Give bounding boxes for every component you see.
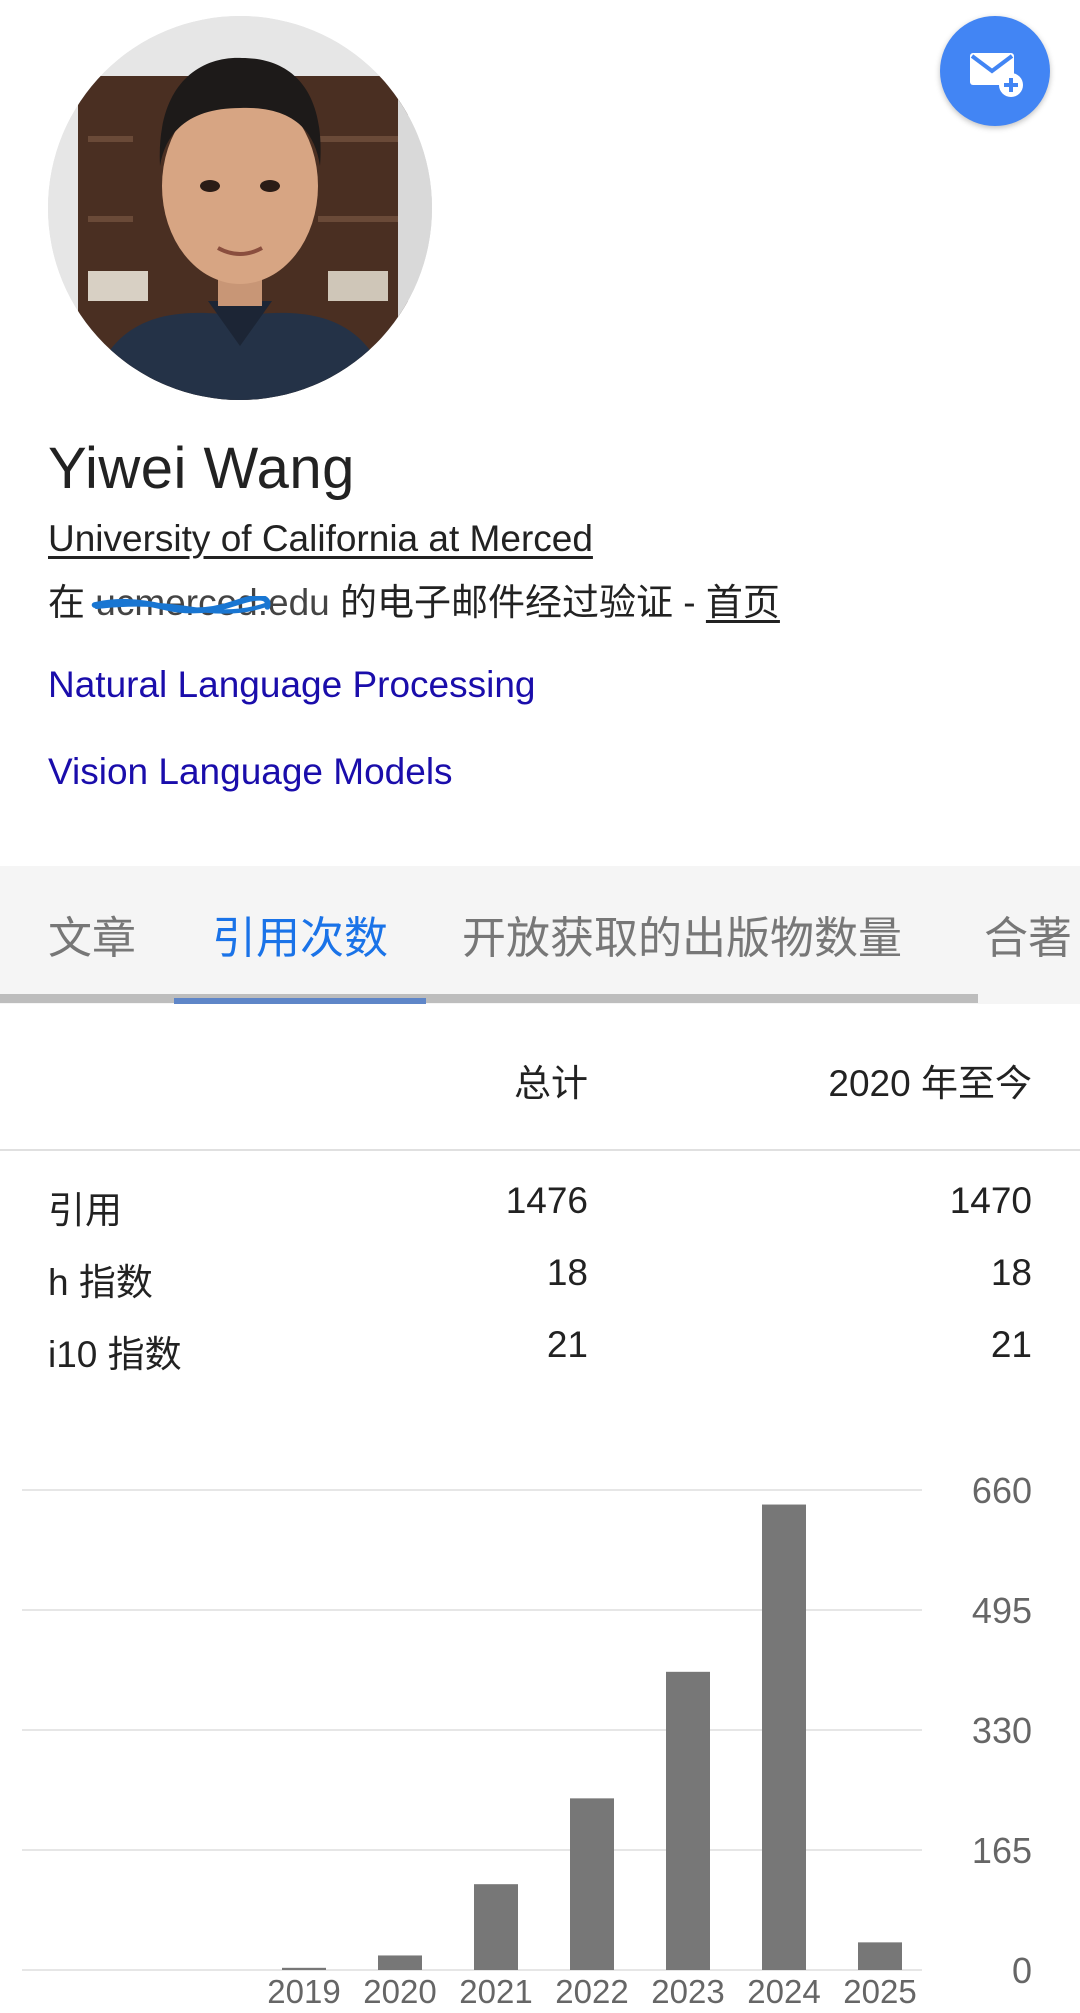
- bar-2020[interactable]: [378, 1955, 422, 1970]
- affiliation-link[interactable]: University of California at Merced: [48, 518, 593, 560]
- tab-articles[interactable]: 文章: [48, 902, 136, 966]
- x-tick-label: 2021: [459, 1973, 532, 2010]
- row-label-citations: 引用: [48, 1190, 122, 1231]
- y-tick-label: 165: [972, 1830, 1032, 1871]
- homepage-link[interactable]: 首页: [706, 582, 780, 623]
- interest-link-vlm[interactable]: Vision Language Models: [48, 751, 453, 793]
- x-tick-label: 2020: [363, 1973, 436, 2010]
- y-tick-label: 330: [972, 1710, 1032, 1751]
- x-tick-label: 2023: [651, 1973, 724, 2010]
- tab-scroll-track: [0, 994, 978, 1003]
- email-add-icon: [970, 53, 1023, 97]
- bar-2021[interactable]: [474, 1884, 518, 1970]
- bar-2025[interactable]: [858, 1942, 902, 1970]
- email-verification: 在 ucmerced.edu 的电子邮件经过验证 - 首页: [48, 572, 780, 626]
- i10-index-total: 21: [546, 1324, 588, 1365]
- table-divider: [0, 1149, 1080, 1151]
- y-tick-label: 495: [972, 1590, 1032, 1631]
- tab-coauthors[interactable]: 合著: [984, 902, 1072, 966]
- h-index-total: 18: [546, 1252, 588, 1293]
- i10-index-since: 21: [990, 1324, 1032, 1365]
- bar-2023[interactable]: [666, 1671, 710, 1970]
- col-header-since: 2020 年至今: [828, 1063, 1032, 1104]
- tab-active-indicator: [174, 998, 426, 1004]
- citations-since: 1470: [949, 1180, 1032, 1221]
- tab-bar: 文章 引用次数 开放获取的出版物数量 合著: [0, 866, 1080, 1004]
- x-tick-label: 2019: [267, 1973, 340, 2010]
- interest-link-nlp[interactable]: Natural Language Processing: [48, 664, 536, 706]
- x-tick-label: 2022: [555, 1973, 628, 2010]
- verified-domain-text: ucmerced.edu: [95, 582, 330, 623]
- bar-2024[interactable]: [762, 1504, 806, 1970]
- h-index-since: 18: [990, 1252, 1032, 1293]
- bar-2019[interactable]: [282, 1967, 326, 1970]
- y-tick-label: 660: [972, 1470, 1032, 1511]
- row-label-i10-index: i10 指数: [48, 1334, 182, 1375]
- tab-open-access[interactable]: 开放获取的出版物数量: [462, 902, 902, 966]
- citations-per-year-chart: 0 165 330 495 660 2019 2020 2021 2022 2023 2024 202…: [22, 1470, 1032, 2010]
- citations-total: 1476: [505, 1180, 588, 1221]
- profile-photo: [48, 16, 432, 400]
- verified-domain: ucmerced.edu: [92, 582, 330, 624]
- tab-citations[interactable]: 引用次数: [212, 902, 388, 966]
- bar-2022[interactable]: [570, 1798, 614, 1970]
- x-tick-label: 2024: [747, 1973, 820, 2010]
- verify-suffix: 的电子邮件经过验证 -: [329, 582, 706, 623]
- profile-name: Yiwei Wang: [48, 436, 355, 501]
- x-tick-label: 2025: [843, 1973, 916, 2010]
- y-tick-label: 0: [1012, 1950, 1032, 1991]
- follow-email-button[interactable]: [940, 16, 1050, 126]
- row-label-h-index: h 指数: [48, 1262, 153, 1303]
- col-header-total: 总计: [514, 1063, 588, 1104]
- verify-prefix: 在: [48, 582, 85, 623]
